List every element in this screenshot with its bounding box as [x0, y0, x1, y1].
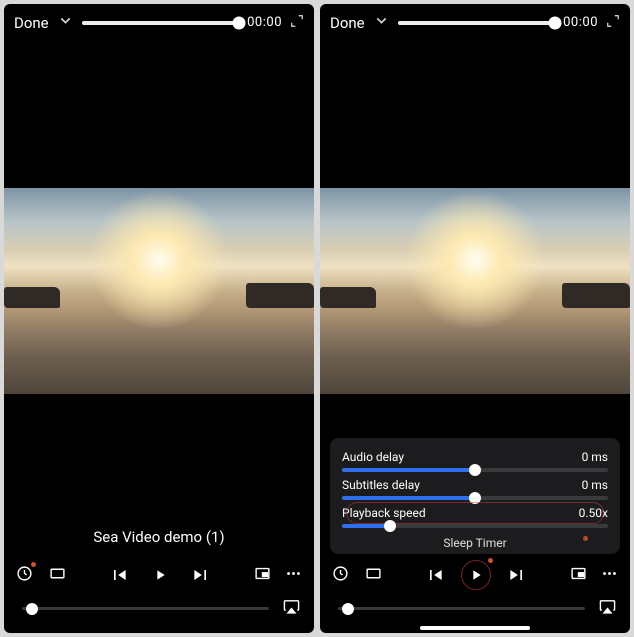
time-label: 00:00: [563, 15, 598, 30]
airplay-icon[interactable]: [283, 598, 300, 619]
done-button[interactable]: Done: [14, 14, 49, 32]
playback-controls: [320, 554, 630, 592]
home-indicator[interactable]: [420, 626, 530, 630]
phone-right: Done 00:00 Audio delay 0 ms: [320, 4, 630, 633]
playback-speed-value: 0.50x: [579, 506, 608, 520]
subtitles-delay-label: Subtitles delay: [342, 478, 420, 492]
subtitles-delay-slider[interactable]: [342, 496, 608, 500]
volume-slider[interactable]: [338, 607, 585, 610]
video-frame: [4, 188, 314, 394]
playback-speed-row: Playback speed 0.50x: [342, 502, 608, 530]
chevron-down-icon[interactable]: [57, 12, 74, 33]
playback-settings-panel: Audio delay 0 ms Subtitles delay 0 ms: [330, 438, 620, 554]
audio-delay-slider[interactable]: [342, 468, 608, 472]
prev-track-button[interactable]: [425, 565, 445, 585]
notification-dot-icon: [488, 558, 493, 563]
pip-icon[interactable]: [254, 565, 271, 586]
audio-delay-row: Audio delay 0 ms: [342, 446, 608, 474]
expand-icon[interactable]: [606, 14, 620, 32]
video-area[interactable]: Sea Video demo (1): [4, 39, 314, 554]
aspect-icon[interactable]: [365, 565, 382, 586]
volume-slider[interactable]: [22, 607, 269, 610]
prev-track-button[interactable]: [109, 565, 129, 585]
video-title: Sea Video demo (1): [4, 528, 314, 546]
more-icon[interactable]: [601, 565, 618, 586]
progress-slider[interactable]: [398, 21, 555, 25]
audio-delay-value: 0 ms: [582, 450, 608, 464]
subtitles-delay-row: Subtitles delay 0 ms: [342, 474, 608, 502]
video-frame: [320, 188, 630, 394]
clock-icon[interactable]: [16, 565, 33, 586]
play-button[interactable]: [147, 562, 173, 588]
chevron-down-icon[interactable]: [373, 12, 390, 33]
done-button[interactable]: Done: [330, 14, 365, 32]
clock-icon[interactable]: [332, 565, 349, 586]
progress-slider[interactable]: [82, 21, 239, 25]
player-header: Done 00:00: [4, 4, 314, 39]
next-track-button[interactable]: [507, 565, 527, 585]
bottom-bar: [4, 592, 314, 633]
playback-controls: [4, 554, 314, 592]
notification-dot-icon: [583, 536, 588, 541]
subtitles-delay-value: 0 ms: [582, 478, 608, 492]
time-label: 00:00: [247, 15, 282, 30]
video-area[interactable]: Audio delay 0 ms Subtitles delay 0 ms: [320, 39, 630, 554]
sleep-timer-button[interactable]: Sleep Timer: [342, 530, 608, 550]
play-button[interactable]: [463, 562, 489, 588]
player-header: Done 00:00: [320, 4, 630, 39]
more-icon[interactable]: [285, 565, 302, 586]
pip-icon[interactable]: [570, 565, 587, 586]
expand-icon[interactable]: [290, 14, 304, 32]
phone-left: Done 00:00 Sea Video demo (1): [4, 4, 314, 633]
next-track-button[interactable]: [191, 565, 211, 585]
playback-speed-slider[interactable]: [342, 524, 608, 528]
aspect-icon[interactable]: [49, 565, 66, 586]
airplay-icon[interactable]: [599, 598, 616, 619]
audio-delay-label: Audio delay: [342, 450, 404, 464]
playback-speed-label: Playback speed: [342, 506, 426, 520]
